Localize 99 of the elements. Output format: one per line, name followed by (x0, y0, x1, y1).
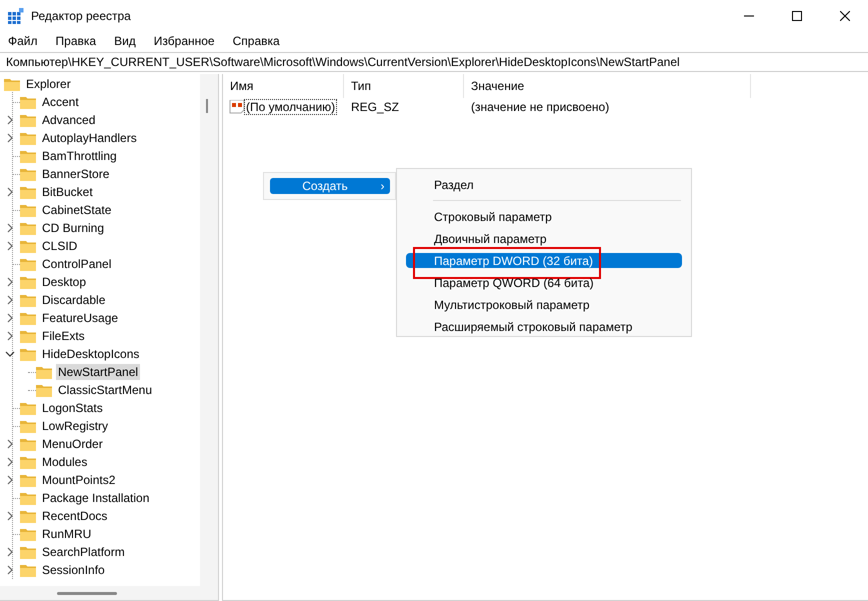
folder-icon (20, 258, 36, 270)
tree-item[interactable]: Desktop (40, 274, 88, 290)
maximize-icon[interactable] (792, 11, 802, 21)
close-icon[interactable] (840, 11, 850, 21)
tree-item[interactable]: SearchPlatform (40, 544, 127, 560)
tree-item[interactable]: CD Burning (40, 220, 106, 236)
tree-item[interactable]: AutoplayHandlers (40, 130, 139, 146)
folder-icon (20, 546, 36, 558)
tree-item[interactable]: Accent (40, 94, 81, 110)
chevron-right-icon[interactable] (7, 241, 13, 251)
chevron-right-icon[interactable] (7, 223, 13, 233)
chevron-down-icon[interactable] (5, 351, 15, 357)
tree-item[interactable]: SessionInfo (40, 562, 107, 578)
tree-item[interactable]: Discardable (40, 292, 108, 308)
folder-icon (20, 510, 36, 522)
menu-item[interactable]: Параметр DWORD (32 бита) (406, 253, 682, 268)
menu-item[interactable]: Раздел (406, 174, 682, 196)
menu-item[interactable]: Строковый параметр (406, 206, 682, 228)
chevron-right-icon[interactable] (7, 277, 13, 287)
tree-item[interactable]: CLSID (40, 238, 80, 254)
tree-item[interactable]: BannerStore (40, 166, 112, 182)
folder-icon (20, 330, 36, 342)
folder-icon (20, 276, 36, 288)
folder-icon (20, 150, 36, 162)
tree-item[interactable]: FeatureUsage (40, 310, 120, 326)
chevron-right-icon[interactable] (7, 133, 13, 143)
tree-item[interactable]: MenuOrder (40, 436, 105, 452)
tree-item[interactable]: HideDesktopIcons (40, 346, 142, 362)
tree-item[interactable]: NewStartPanel (56, 364, 140, 380)
window-title: Редактор реестра (31, 9, 131, 23)
folder-icon (4, 78, 20, 90)
tree-item[interactable]: Modules (40, 454, 90, 470)
tree-item[interactable]: FileExts (40, 328, 87, 344)
folder-icon (20, 204, 36, 216)
registry-icon (8, 8, 24, 24)
folder-icon (20, 294, 36, 306)
column-header[interactable]: Имя (223, 74, 344, 98)
tree-item[interactable]: Advanced (40, 112, 98, 128)
menu-item[interactable]: Мультистроковый параметр (406, 294, 682, 316)
column-header[interactable]: Тип (344, 74, 464, 98)
tree-item[interactable]: Package Installation (40, 490, 152, 506)
folder-icon (20, 528, 36, 540)
folder-icon (20, 168, 36, 180)
tree-item[interactable]: CabinetState (40, 202, 114, 218)
tree-item[interactable]: LowRegistry (40, 418, 110, 434)
menu-item[interactable]: Избранное (154, 34, 215, 48)
chevron-right-icon[interactable] (7, 115, 13, 125)
chevron-right-icon[interactable] (7, 187, 13, 197)
folder-icon (20, 186, 36, 198)
tree-item[interactable]: ClassicStartMenu (56, 382, 154, 398)
tree-item[interactable]: RunMRU (40, 526, 94, 542)
folder-icon (20, 456, 36, 468)
chevron-right-icon[interactable] (7, 457, 13, 467)
folder-icon (20, 420, 36, 432)
menu-item[interactable]: Создать › (270, 178, 390, 194)
tree-item[interactable]: LogonStats (40, 400, 105, 416)
folder-icon (20, 474, 36, 486)
scrollbar-thumb[interactable] (57, 592, 117, 595)
chevron-right-icon[interactable] (7, 439, 13, 449)
tree-item[interactable]: RecentDocs (40, 508, 110, 524)
folder-icon (36, 384, 52, 396)
tree-item[interactable]: BamThrottling (40, 148, 119, 164)
folder-icon (36, 366, 52, 378)
table-cell[interactable]: (По умолчанию) (245, 100, 336, 114)
folder-icon (20, 564, 36, 576)
folder-icon (20, 240, 36, 252)
folder-icon (20, 348, 36, 360)
menu-item[interactable]: Правка (56, 34, 96, 48)
menu-item[interactable]: Расширяемый строковый параметр (406, 316, 682, 338)
chevron-right-icon[interactable] (7, 331, 13, 341)
folder-icon (20, 132, 36, 144)
folder-icon (20, 222, 36, 234)
chevron-right-icon[interactable] (7, 295, 13, 305)
chevron-right-icon[interactable] (7, 547, 13, 557)
table-cell-text: REG_SZ (350, 100, 400, 114)
chevron-right-icon[interactable] (7, 511, 13, 521)
tree-item[interactable]: BitBucket (40, 184, 95, 200)
folder-icon (20, 312, 36, 324)
chevron-right-icon[interactable] (7, 313, 13, 323)
menu-item[interactable]: Вид (114, 34, 136, 48)
scrollbar-thumb[interactable] (206, 99, 208, 113)
tree-item[interactable]: ControlPanel (40, 256, 114, 272)
column-header[interactable]: Значение (464, 74, 751, 98)
menu-item[interactable]: Параметр QWORD (64 бита) (406, 272, 682, 294)
folder-icon (20, 96, 36, 108)
tree-item[interactable]: Explorer (24, 76, 73, 92)
address-field[interactable]: Компьютер\HKEY_CURRENT_USER\Software\Microsoft\Windows\CurrentVersion\Explorer\HideDesktopIcons\NewStartPanel (0, 52, 868, 72)
menu-item[interactable]: Двоичный параметр (406, 228, 682, 250)
menu-item[interactable]: Файл (8, 34, 38, 48)
string-value-icon (229, 100, 245, 114)
tree-item[interactable]: MountPoints2 (40, 472, 118, 488)
folder-icon (20, 402, 36, 414)
folder-icon (20, 438, 36, 450)
folder-icon (20, 492, 36, 504)
chevron-right-icon[interactable] (7, 475, 13, 485)
folder-icon (20, 114, 36, 126)
table-cell-text: (значение не присвоено) (470, 100, 610, 114)
chevron-right-icon[interactable] (7, 565, 13, 575)
menu-item[interactable]: Справка (232, 34, 280, 48)
